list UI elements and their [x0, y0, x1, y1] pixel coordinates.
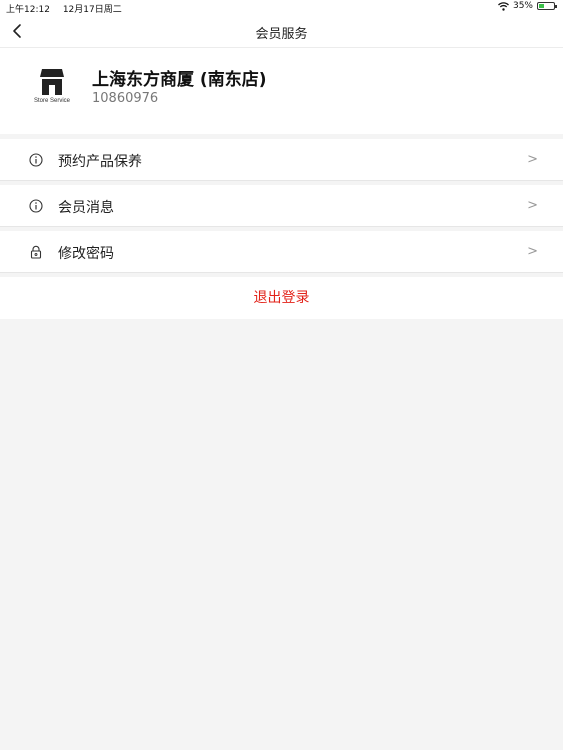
- menu-item-maintenance[interactable]: 预约产品保养 >: [0, 139, 563, 181]
- info-icon: [29, 153, 43, 167]
- menu-item-change-password[interactable]: 修改密码 >: [0, 231, 563, 273]
- page-title: 会员服务: [255, 27, 308, 42]
- status-bar: 上午12:12 12月17日周二 35%: [0, 0, 563, 15]
- lock-icon: [30, 245, 42, 259]
- store-icon: [40, 69, 64, 95]
- store-logo-caption: Store Service: [33, 98, 70, 104]
- battery-percent: 35%: [512, 1, 533, 11]
- store-name: 上海东方商厦 (南东店): [92, 70, 267, 90]
- store-card: Store Service 上海东方商厦 (南东店) 10860976: [0, 48, 563, 134]
- chevron-right-icon: >: [527, 198, 538, 213]
- store-logo: Store Service: [30, 68, 74, 114]
- battery-icon: [537, 2, 557, 10]
- menu-item-messages[interactable]: 会员消息 >: [0, 185, 563, 227]
- menu-list: 预约产品保养 > 会员消息 > 修改密码 >: [0, 139, 563, 277]
- menu-item-label: 会员消息: [58, 200, 114, 216]
- nav-bar: 会员服务: [0, 14, 563, 48]
- info-icon: [29, 199, 43, 213]
- wifi-icon: [498, 1, 509, 11]
- chevron-right-icon: >: [527, 244, 538, 259]
- chevron-right-icon: >: [527, 152, 538, 167]
- menu-item-label: 修改密码: [58, 246, 114, 262]
- store-id: 10860976: [92, 91, 159, 106]
- menu-item-label: 预约产品保养: [58, 154, 142, 170]
- logout-button[interactable]: 退出登录: [0, 277, 563, 319]
